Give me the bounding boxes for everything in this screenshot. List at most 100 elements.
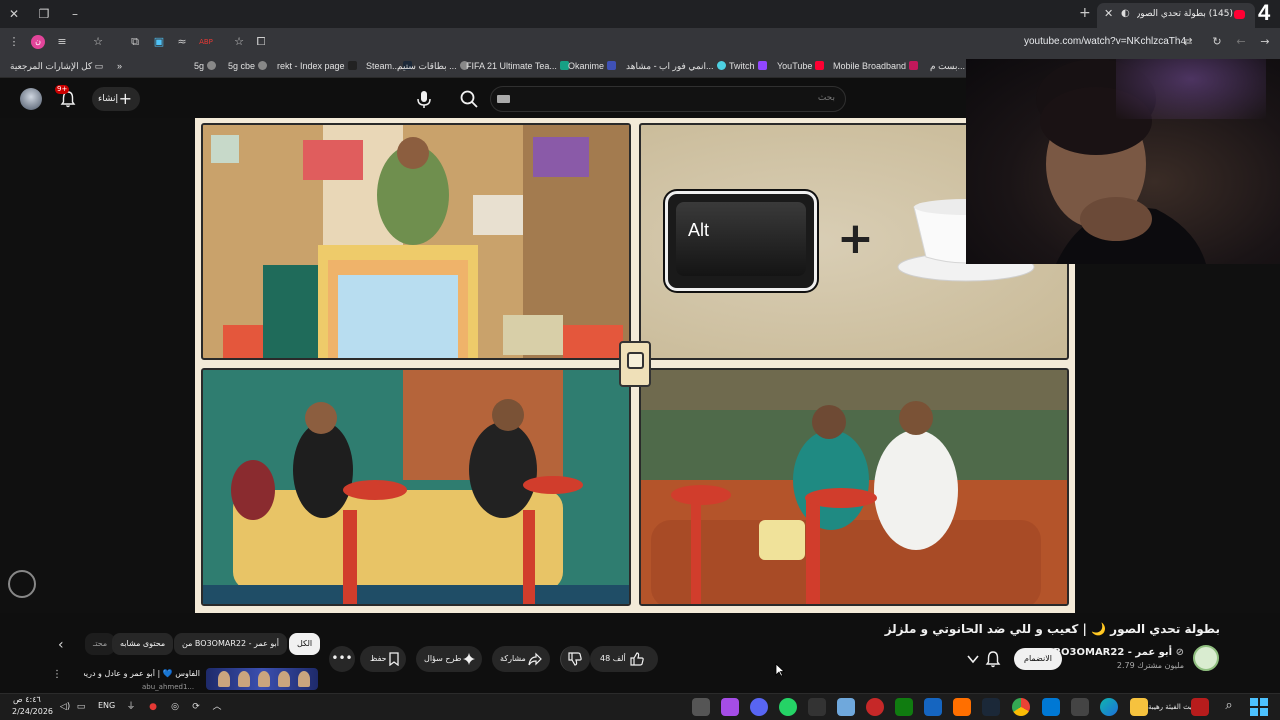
- bookmark-label: بطاقات ستيم ...: [397, 61, 457, 71]
- bookmark-anime4up[interactable]: انمي فور اب - مشاهد...: [626, 61, 726, 72]
- related-video-channel: abu_ahmed1...: [142, 683, 195, 691]
- obs-icon[interactable]: [721, 698, 739, 716]
- bookmark-5g[interactable]: 5g: [194, 61, 217, 71]
- chrome-icon[interactable]: [1012, 698, 1030, 716]
- new-tab-icon[interactable]: +: [1079, 5, 1091, 21]
- tray-app-icon[interactable]: ◎: [168, 700, 182, 714]
- favorite-star-icon[interactable]: ☆: [231, 34, 247, 50]
- dislike-button[interactable]: [560, 646, 590, 672]
- bookmark-mobile-broadband[interactable]: Mobile Broadband: [833, 61, 919, 71]
- bookmark-steam-cards[interactable]: بطاقات ستيم ...: [397, 61, 469, 72]
- bookmark-okanime[interactable]: Okanime: [568, 61, 617, 71]
- steam-taskbar-icon[interactable]: [982, 698, 1000, 716]
- sync-icon[interactable]: ⟳: [189, 700, 203, 714]
- photos-icon[interactable]: [837, 698, 855, 716]
- app-orange-icon[interactable]: [953, 698, 971, 716]
- channel-watermark-icon[interactable]: [8, 570, 36, 598]
- channel-name[interactable]: BO3OMAR22 - أبو عمر ⊘: [1053, 647, 1184, 658]
- cast-icon[interactable]: ⧠: [253, 34, 269, 50]
- app-red-triangle-icon[interactable]: [1191, 698, 1209, 716]
- bookmark-label: rekt - Index page: [277, 61, 345, 71]
- webcam-overlay: [966, 59, 1280, 264]
- bookmark-youtube[interactable]: YouTube: [777, 61, 825, 71]
- bookmark-fifa[interactable]: FIFA 21 Ultimate Tea...: [466, 61, 569, 71]
- bookmark-label: Mobile Broadband: [833, 61, 907, 71]
- anime-icon: [716, 61, 726, 70]
- address-bar-url[interactable]: youtube.com/watch?v=NKchlzcaTh4: [1024, 36, 1186, 47]
- close-window-icon[interactable]: ✕: [6, 6, 22, 22]
- chip-all[interactable]: الكل: [289, 633, 321, 655]
- minimize-window-icon[interactable]: –: [67, 6, 83, 22]
- bookmark-post[interactable]: بست م...: [930, 61, 965, 72]
- clock-date[interactable]: 2/24/2026: [12, 707, 53, 716]
- tab-audio-icon[interactable]: ◐: [1121, 8, 1130, 19]
- app-game-icon[interactable]: [692, 698, 710, 716]
- start-button[interactable]: [1250, 698, 1268, 716]
- outlook-icon[interactable]: [1042, 698, 1060, 716]
- account-avatar[interactable]: [20, 88, 42, 110]
- microphone-icon[interactable]: ⏚: [124, 700, 138, 714]
- video-title: بطولة تحدي الصور 🌙 | كعيب و للي ضد الحان…: [884, 622, 1220, 636]
- app-red-icon[interactable]: [866, 698, 884, 716]
- site-settings-icon[interactable]: ⇄: [1180, 34, 1196, 50]
- chip-more[interactable]: محتـ: [85, 633, 116, 655]
- share-button[interactable]: مشاركة: [492, 646, 550, 672]
- volume-icon[interactable]: ◁): [58, 700, 72, 714]
- chip-related[interactable]: محتوى مشابه: [112, 633, 174, 655]
- restore-window-icon[interactable]: ❐: [36, 6, 52, 22]
- whatsapp-icon[interactable]: [779, 698, 797, 716]
- network-icon[interactable]: ▭: [74, 700, 88, 714]
- edge-icon[interactable]: [1100, 698, 1118, 716]
- subscription-bell-icon[interactable]: [984, 650, 1002, 668]
- channel-avatar[interactable]: [1193, 645, 1219, 671]
- search-taskbar-icon[interactable]: ⌕: [1222, 699, 1236, 713]
- extensions-icon[interactable]: ⧉: [127, 34, 143, 50]
- related-video-menu-icon[interactable]: ⋮: [52, 669, 62, 680]
- extension-wave-icon[interactable]: ≈: [174, 34, 190, 50]
- store-icon[interactable]: [1071, 698, 1089, 716]
- clock-time[interactable]: ٤:٤٦ ص: [13, 695, 41, 704]
- like-button[interactable]: 48 ألف: [590, 646, 658, 672]
- app-dark-icon[interactable]: [808, 698, 826, 716]
- bookmark-rekt[interactable]: rekt - Index page: [277, 61, 357, 71]
- discord-icon[interactable]: [750, 698, 768, 716]
- save-button[interactable]: حفظ: [360, 646, 406, 672]
- video-frame[interactable]: Alt +: [195, 118, 1075, 613]
- ask-button[interactable]: طرح سؤال: [416, 646, 482, 672]
- all-bookmarks-button[interactable]: كل الإشارات المرجعية ▭: [10, 61, 103, 72]
- chevron-left-icon[interactable]: ‹: [58, 637, 64, 653]
- search-placeholder: بحث: [817, 93, 835, 103]
- bookmarks-overflow-icon[interactable]: »: [117, 61, 122, 71]
- search-input[interactable]: بحث: [490, 86, 846, 112]
- browser-menu-icon[interactable]: ⋮: [6, 34, 22, 50]
- back-icon[interactable]: →: [1257, 34, 1273, 50]
- tab-close-icon[interactable]: ✕: [1104, 7, 1113, 20]
- join-button[interactable]: الانضمام: [1014, 648, 1062, 670]
- reload-icon[interactable]: ↻: [1209, 34, 1225, 50]
- related-video-title[interactable]: الفاوس 💙 | أبو عمر و عادل و دريحه: [84, 669, 200, 678]
- voice-search-mic-icon[interactable]: [413, 88, 435, 110]
- file-explorer-icon[interactable]: [1130, 698, 1148, 716]
- recording-icon[interactable]: ●: [146, 700, 160, 714]
- create-button[interactable]: إنشاء +: [92, 87, 140, 111]
- keyboard-icon[interactable]: [497, 95, 510, 103]
- chevron-down-icon[interactable]: [965, 652, 981, 666]
- bookmark-5g-cbe[interactable]: 5g cbe: [228, 61, 268, 71]
- bookmark-star-icon[interactable]: ☆: [90, 34, 106, 50]
- related-video-thumbnail[interactable]: [206, 668, 318, 690]
- search-icon[interactable]: [458, 88, 480, 110]
- profile-extension-icon[interactable]: ن: [31, 35, 45, 49]
- adblock-icon[interactable]: ABP: [198, 34, 214, 50]
- browser-tab-active[interactable]: ✕ ◐ (145) بطولة تحدي الصور 🌙: [1097, 3, 1255, 28]
- more-actions-button[interactable]: •••: [329, 646, 355, 672]
- reading-list-icon[interactable]: ≡: [54, 34, 70, 50]
- xbox-icon[interactable]: [895, 698, 913, 716]
- bookmark-twitch[interactable]: Twitch: [729, 61, 767, 71]
- extension-blue-icon[interactable]: ▣: [151, 34, 167, 50]
- show-hidden-icons[interactable]: ︿: [210, 700, 224, 714]
- input-language[interactable]: ENG: [98, 701, 115, 710]
- forward-icon[interactable]: ←: [1233, 34, 1249, 50]
- chip-from-channel[interactable]: من BO3OMAR22 - أبو عمر: [174, 633, 287, 655]
- folder-icon: ▭: [94, 61, 104, 71]
- app-blue-icon[interactable]: [924, 698, 942, 716]
